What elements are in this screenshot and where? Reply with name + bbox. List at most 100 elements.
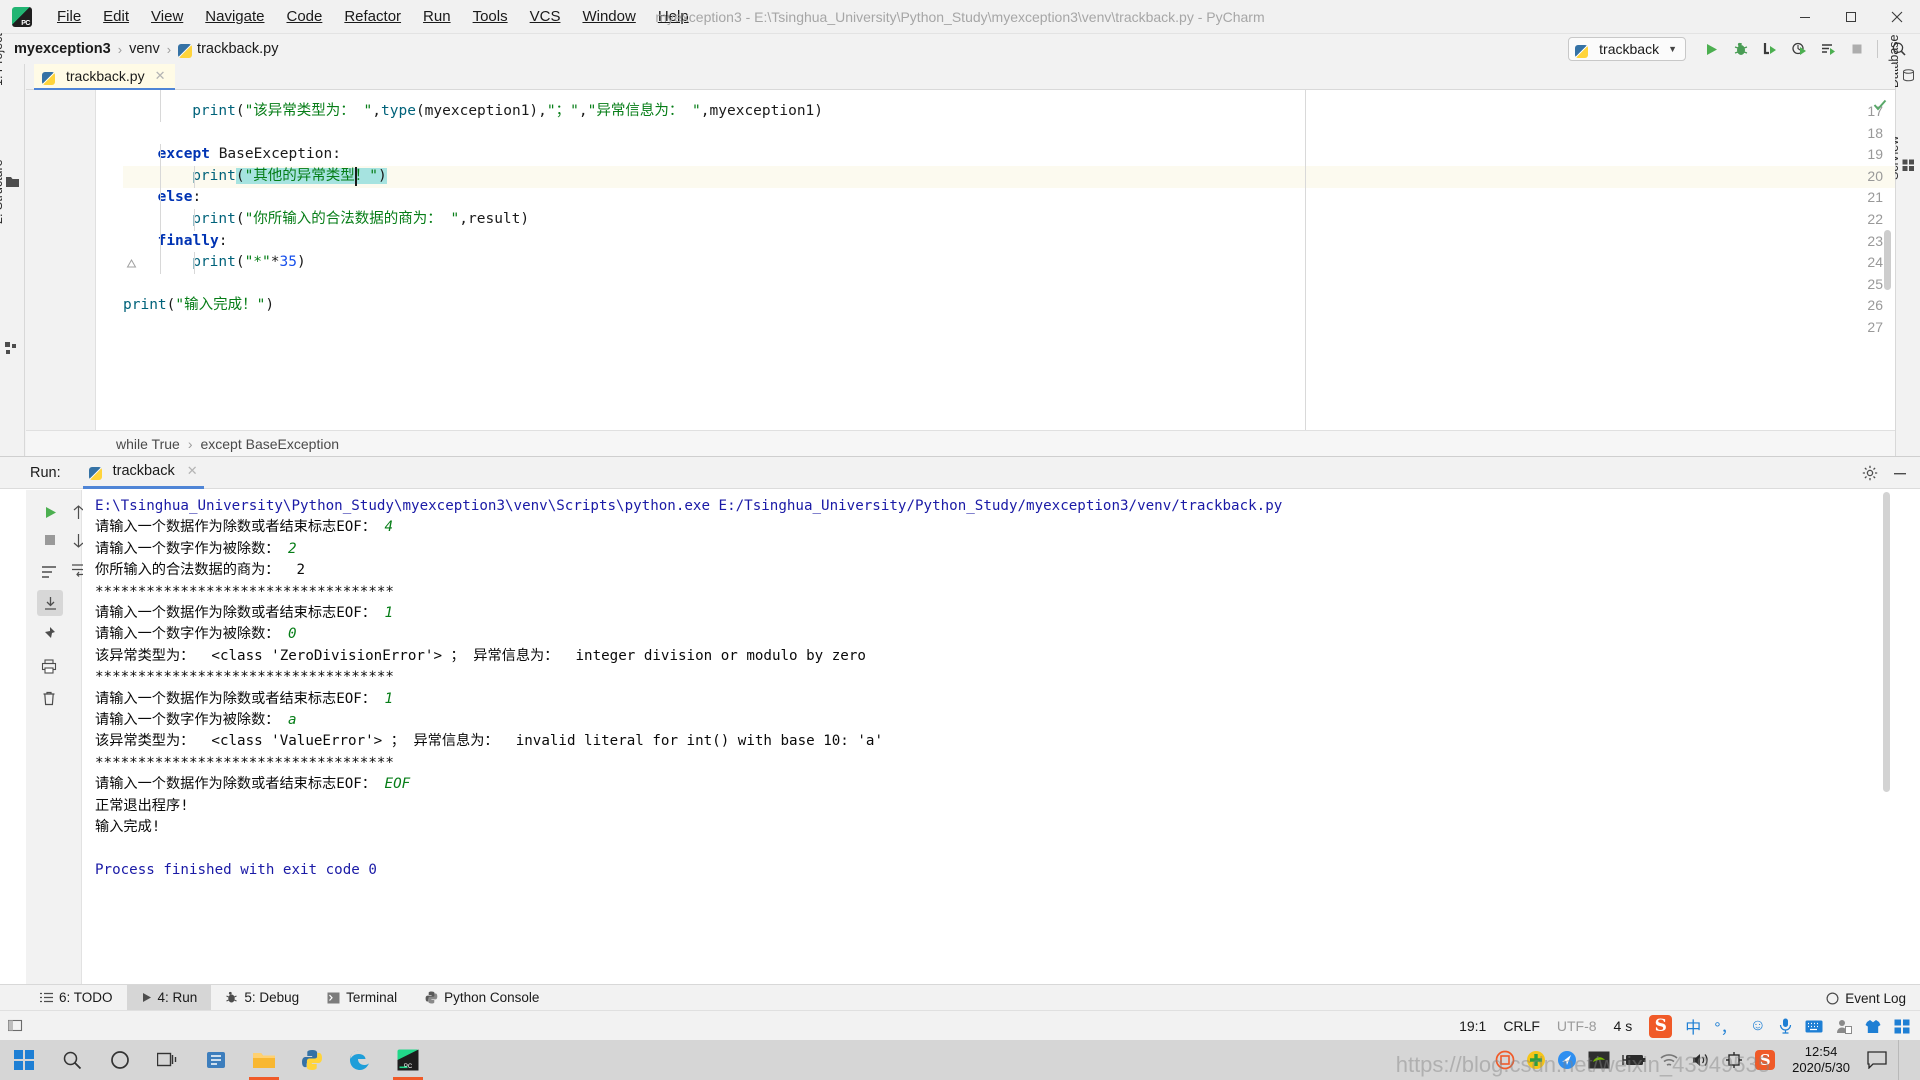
scroll-end-icon[interactable] [37, 590, 63, 616]
close-button[interactable] [1874, 0, 1920, 34]
code-editor[interactable]: 17 18 19 20 21 22 23 24 25 26 27 print("该异常类型为： ",… [26, 90, 1895, 430]
maximize-button[interactable] [1828, 0, 1874, 34]
debug-button[interactable] [1727, 36, 1754, 62]
run-tab-trackback[interactable]: trackback ✕ [82, 457, 204, 489]
fold-gutter[interactable] [96, 90, 123, 430]
trash-icon[interactable] [37, 686, 61, 710]
run-configuration-selector[interactable]: trackback ▼ [1568, 37, 1686, 61]
menu-code[interactable]: Code [275, 5, 333, 28]
breadcrumb-scope-1[interactable]: while True [116, 436, 180, 452]
run-with-console-button[interactable] [1814, 36, 1841, 62]
code-line[interactable]: else: [123, 187, 202, 209]
tray-green-icon[interactable] [1526, 1050, 1546, 1070]
menu-help[interactable]: Help [647, 5, 700, 28]
menu-tools[interactable]: Tools [462, 5, 519, 28]
inspection-ok-icon[interactable] [1873, 98, 1887, 112]
menu-refactor[interactable]: Refactor [333, 5, 412, 28]
stop-button[interactable] [38, 528, 62, 552]
menu-navigate[interactable]: Navigate [194, 5, 275, 28]
tray-volume-icon[interactable] [1691, 1051, 1713, 1069]
tool-button-terminal[interactable]: Terminal [313, 985, 411, 1011]
tool-button-run[interactable]: 4: Run [126, 984, 212, 1011]
rerun-button[interactable] [38, 500, 62, 524]
cortana-icon[interactable] [96, 1040, 144, 1080]
minimize-button[interactable] [1782, 0, 1828, 34]
code-line[interactable]: except BaseException: [123, 144, 341, 166]
menu-window[interactable]: Window [571, 5, 646, 28]
breadcrumb-project[interactable]: myexception3 [14, 41, 111, 57]
menu-file[interactable]: File [46, 5, 92, 28]
store-icon[interactable] [192, 1040, 240, 1080]
stop-button[interactable] [1843, 36, 1870, 62]
menu-vcs[interactable]: VCS [519, 5, 572, 28]
tray-ime-icon[interactable] [1724, 1050, 1744, 1070]
sidebar-item-project[interactable]: 1: Project [0, 33, 5, 86]
gear-icon[interactable] [1862, 465, 1878, 481]
printer-icon[interactable] [37, 654, 61, 678]
line-separator[interactable]: CRLF [1503, 1018, 1540, 1034]
ime-punctuation-icon[interactable]: °， [1714, 1014, 1736, 1038]
tool-button-todo[interactable]: 6: TODO [26, 985, 127, 1011]
ime-apps-icon[interactable] [1894, 1019, 1910, 1034]
breadcrumb-folder[interactable]: venv [129, 41, 160, 57]
editor-tab-trackback[interactable]: trackback.py ✕ [34, 64, 175, 90]
caret-position[interactable]: 19:1 [1459, 1018, 1486, 1034]
menu-run[interactable]: Run [412, 5, 462, 28]
tray-orange-icon[interactable] [1495, 1050, 1515, 1070]
tool-button-python-console[interactable]: Python Console [411, 985, 553, 1011]
code-line[interactable]: finally: [123, 231, 228, 253]
structure-icon[interactable] [5, 342, 20, 357]
menu-view[interactable]: View [140, 5, 194, 28]
hide-panels-icon[interactable] [8, 1018, 23, 1033]
ime-keyboard-icon[interactable] [1805, 1020, 1823, 1033]
code-line[interactable]: print("你所输入的合法数据的商为： ",result) [123, 209, 529, 231]
sciview-panel-icon[interactable] [1902, 159, 1917, 174]
ime-mic-icon[interactable] [1779, 1018, 1792, 1034]
fold-marker-icon[interactable] [126, 258, 137, 269]
pin-icon[interactable] [37, 622, 61, 646]
indent-setting[interactable]: 4 s [1614, 1018, 1633, 1034]
notification-center-icon[interactable] [1867, 1051, 1887, 1069]
code-line[interactable]: print("输入完成！") [123, 295, 274, 317]
profile-button[interactable] [1785, 36, 1812, 62]
code-line[interactable]: print("其他的异常类型！") [123, 166, 387, 188]
close-icon[interactable]: ✕ [187, 463, 198, 479]
tray-wifi-icon[interactable] [1658, 1051, 1680, 1069]
database-panel-icon[interactable] [1902, 69, 1917, 84]
code-line[interactable]: print("*"*35) [123, 252, 306, 274]
ime-user-icon[interactable] [1836, 1019, 1852, 1034]
minimize-panel-icon[interactable] [1892, 465, 1908, 481]
project-files-icon[interactable] [5, 174, 20, 189]
run-button[interactable] [1698, 36, 1725, 62]
breadcrumb-scope-2[interactable]: except BaseException [200, 436, 339, 452]
ime-language-icon[interactable]: 中 [1685, 1014, 1701, 1038]
console-scrollbar[interactable] [1883, 492, 1890, 792]
edge-icon[interactable] [336, 1040, 384, 1080]
sogou-ime-icon[interactable]: S [1649, 1014, 1673, 1038]
menu-edit[interactable]: Edit [92, 5, 140, 28]
sidebar-item-structure[interactable]: 2: Structure [0, 159, 5, 224]
ime-skin-icon[interactable] [1865, 1019, 1881, 1034]
tray-battery-icon[interactable] [1621, 1052, 1647, 1068]
console-output[interactable]: E:\Tsinghua_University\Python_Study\myex… [83, 490, 1893, 985]
code-text-area[interactable]: print("该异常类型为： ",type(myexception1),"；",… [123, 90, 1895, 430]
search-icon[interactable] [48, 1040, 96, 1080]
python-icon[interactable] [288, 1040, 336, 1080]
run-coverage-button[interactable] [1756, 36, 1783, 62]
tool-button-debug[interactable]: 5: Debug [211, 985, 313, 1011]
windows-start-icon[interactable] [0, 1040, 48, 1080]
pycharm-icon[interactable]: PC [384, 1040, 432, 1080]
ime-emoji-icon[interactable]: ☺ [1750, 1017, 1766, 1035]
taskbar-clock[interactable]: 12:54 2020/5/30 [1792, 1044, 1850, 1077]
breadcrumb-file[interactable]: trackback.py [197, 41, 278, 57]
close-icon[interactable]: ✕ [155, 68, 166, 84]
tray-nvidia-icon[interactable] [1588, 1051, 1610, 1069]
show-desktop-button[interactable] [1898, 1040, 1908, 1080]
wrap-icon[interactable] [37, 560, 61, 584]
tray-sogou-icon[interactable]: S [1755, 1050, 1776, 1070]
editor-scrollbar[interactable] [1884, 230, 1891, 290]
file-explorer-icon[interactable] [240, 1040, 288, 1080]
file-encoding[interactable]: UTF-8 [1557, 1018, 1597, 1034]
event-log-button[interactable]: Event Log [1826, 985, 1906, 1011]
code-line[interactable]: print("该异常类型为： ",type(myexception1),"；",… [123, 101, 823, 123]
